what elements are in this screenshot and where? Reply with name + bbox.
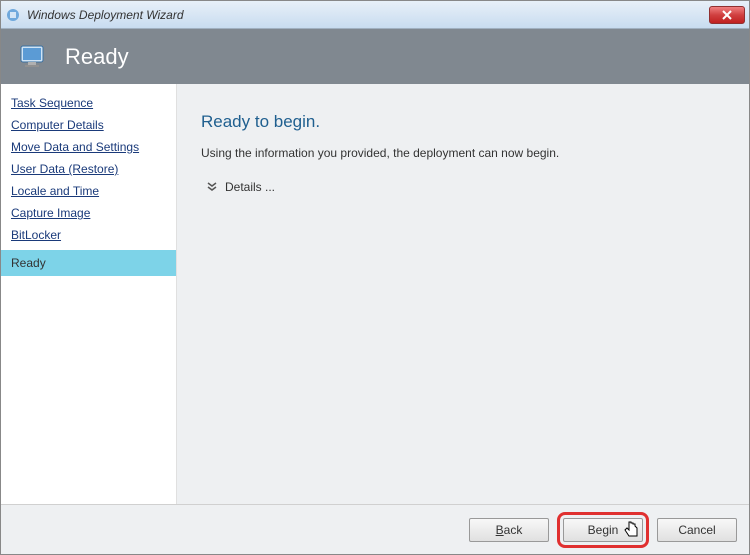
app-icon bbox=[5, 7, 21, 23]
back-button[interactable]: Back bbox=[469, 518, 549, 542]
close-icon bbox=[722, 10, 732, 20]
banner-title: Ready bbox=[65, 44, 129, 70]
sidebar-item-locale-time[interactable]: Locale and Time bbox=[1, 180, 176, 202]
sidebar-item-task-sequence[interactable]: Task Sequence bbox=[1, 92, 176, 114]
chevron-down-icon bbox=[205, 181, 219, 193]
sidebar-item-bitlocker[interactable]: BitLocker bbox=[1, 224, 176, 246]
page-description: Using the information you provided, the … bbox=[201, 146, 725, 160]
begin-highlight: Begin bbox=[557, 512, 649, 548]
sidebar-item-computer-details[interactable]: Computer Details bbox=[1, 114, 176, 136]
sidebar-item-capture-image[interactable]: Capture Image bbox=[1, 202, 176, 224]
window-title: Windows Deployment Wizard bbox=[27, 8, 709, 22]
close-button[interactable] bbox=[709, 6, 745, 24]
details-label: Details ... bbox=[225, 180, 275, 194]
sidebar-item-user-data-restore[interactable]: User Data (Restore) bbox=[1, 158, 176, 180]
details-toggle[interactable]: Details ... bbox=[205, 180, 725, 194]
begin-button[interactable]: Begin bbox=[563, 518, 643, 542]
content-area: Task Sequence Computer Details Move Data… bbox=[1, 84, 749, 504]
sidebar-item-move-data[interactable]: Move Data and Settings bbox=[1, 136, 176, 158]
sidebar-item-ready[interactable]: Ready bbox=[1, 250, 176, 276]
page-heading: Ready to begin. bbox=[201, 112, 725, 132]
titlebar: Windows Deployment Wizard bbox=[1, 1, 749, 29]
sidebar: Task Sequence Computer Details Move Data… bbox=[1, 84, 177, 504]
cancel-button[interactable]: Cancel bbox=[657, 518, 737, 542]
main-panel: Ready to begin. Using the information yo… bbox=[177, 84, 749, 504]
banner: Ready bbox=[1, 29, 749, 84]
monitor-icon bbox=[19, 43, 51, 71]
button-row: Back Begin Cancel bbox=[1, 504, 749, 554]
